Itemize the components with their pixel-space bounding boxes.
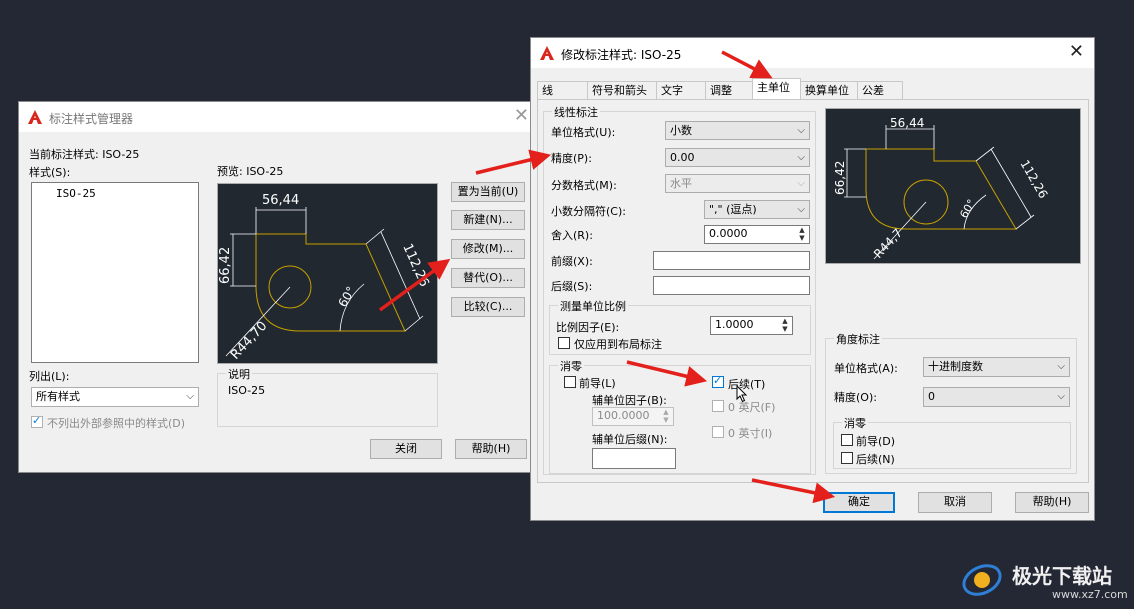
arrow-to-trailing-checkbox <box>626 360 708 387</box>
watermark-url: www.xz7.com <box>1052 588 1128 601</box>
annotation-arrows <box>378 50 836 504</box>
arrow-to-precision <box>475 149 552 175</box>
desktop: { "manager": { "title": "标注样式管理器", "curr… <box>0 0 1134 609</box>
watermark-brand: 极光下载站 <box>1012 564 1112 588</box>
watermark: 极光下载站 www.xz7.com <box>960 556 1130 606</box>
arrow-to-modify-button <box>378 258 451 312</box>
arrow-to-primary-units-tab <box>721 50 773 79</box>
arrow-to-ok-button <box>751 478 836 504</box>
watermark-logo-icon <box>962 564 1002 596</box>
